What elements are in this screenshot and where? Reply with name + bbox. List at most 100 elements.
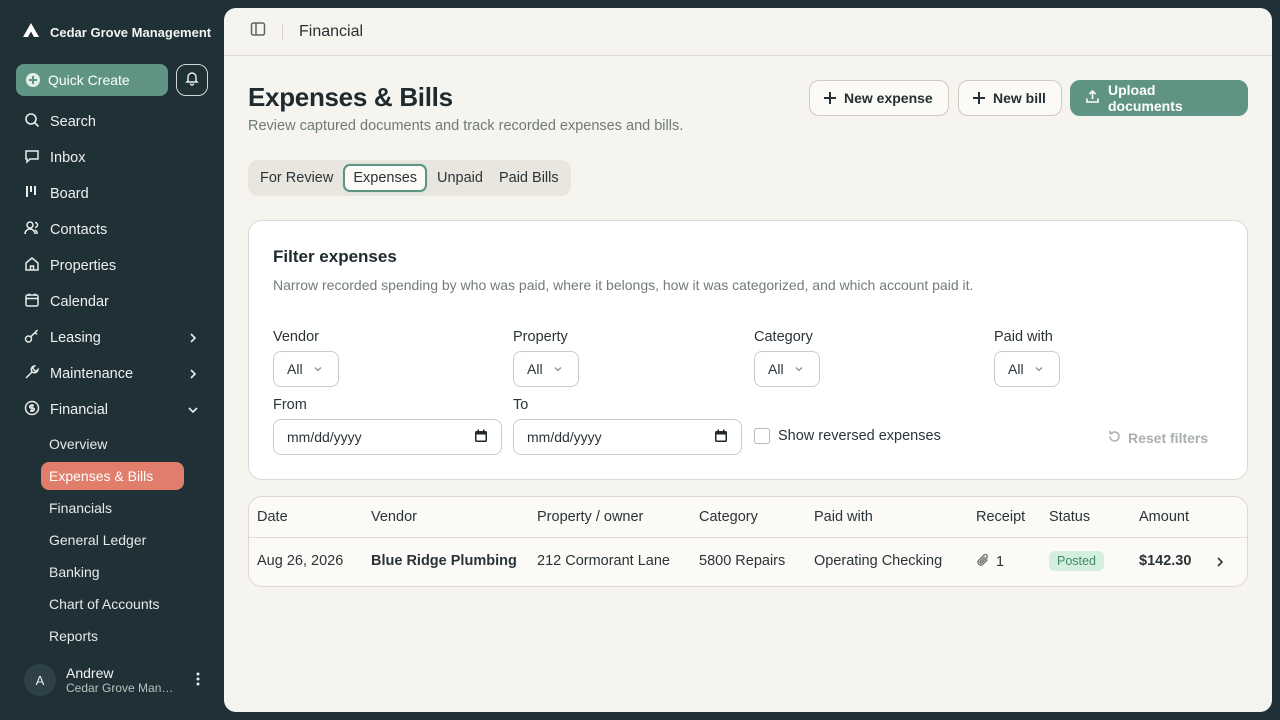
plus-icon	[973, 92, 985, 104]
sidebar-item-label: Calendar	[50, 294, 109, 310]
sidebar-item-label: Board	[50, 186, 89, 202]
subitem-label: Overview	[49, 436, 108, 452]
sidebar-item-contacts[interactable]: Contacts	[16, 212, 208, 248]
from-date-placeholder: mm/dd/yyyy	[287, 429, 362, 445]
new-bill-button[interactable]: New bill	[958, 80, 1062, 116]
user-name: Andrew	[66, 665, 114, 681]
inbox-icon	[24, 148, 40, 168]
cell-property: 212 Cormorant Lane	[537, 553, 670, 569]
more-vertical-icon[interactable]	[196, 672, 200, 691]
sidebar-item-label: Leasing	[50, 330, 101, 346]
column-header-category[interactable]: Category	[699, 509, 758, 525]
breadcrumb: Financial	[299, 22, 364, 40]
sidebar-item-calendar[interactable]: Calendar	[16, 284, 208, 320]
calendar-icon[interactable]	[474, 429, 488, 446]
category-select[interactable]: All	[754, 351, 820, 387]
to-date-input[interactable]: mm/dd/yyyy	[513, 419, 742, 455]
page-subtitle: Review captured documents and track reco…	[248, 118, 684, 134]
paid-with-select[interactable]: All	[994, 351, 1060, 387]
sidebar-item-leasing[interactable]: Leasing	[16, 320, 208, 356]
sidebar-item-label: Contacts	[50, 222, 108, 238]
user-profile[interactable]: A Andrew Cedar Grove Management	[24, 662, 210, 698]
column-header-amount[interactable]: Amount	[1139, 509, 1189, 525]
vendor-value: All	[287, 361, 303, 377]
expenses-table: Date Vendor Property / owner Category Pa…	[248, 496, 1248, 587]
sidebar-subitem-banking[interactable]: Banking	[16, 556, 208, 588]
reset-filters-button[interactable]: Reset filters	[1107, 429, 1208, 447]
user-org: Cedar Grove Management	[66, 681, 178, 695]
quick-create-button[interactable]: Quick Create	[16, 64, 168, 96]
logo-icon	[22, 22, 40, 43]
vendor-select[interactable]: All	[273, 351, 339, 387]
column-header-paid-with[interactable]: Paid with	[814, 509, 873, 525]
subitem-label: Financials	[49, 500, 113, 516]
property-select[interactable]: All	[513, 351, 579, 387]
sidebar-subitem-overview[interactable]: Overview	[16, 428, 208, 460]
tab-bar: For Review Expenses Unpaid Paid Bills	[248, 160, 571, 196]
sidebar-item-label: Maintenance	[50, 366, 134, 382]
plus-icon	[824, 92, 836, 104]
plus-circle-icon	[26, 73, 40, 87]
column-header-vendor[interactable]: Vendor	[371, 509, 417, 525]
chevron-down-icon	[794, 361, 804, 377]
upload-icon	[1085, 89, 1100, 107]
sidebar-subitem-general-ledger[interactable]: General Ledger	[16, 524, 208, 556]
sidebar-toggle-icon[interactable]	[250, 21, 266, 42]
show-reversed-label: Show reversed expenses	[778, 428, 941, 444]
sidebar-item-properties[interactable]: Properties	[16, 248, 208, 284]
to-date-placeholder: mm/dd/yyyy	[527, 429, 602, 445]
new-expense-button[interactable]: New expense	[809, 80, 949, 116]
sidebar-subitem-chart-of-accounts[interactable]: Chart of Accounts	[16, 588, 208, 620]
subitem-label: Expenses & Bills	[41, 462, 184, 490]
sidebar-subitem-reports[interactable]: Reports	[16, 620, 208, 652]
sidebar-item-inbox[interactable]: Inbox	[16, 140, 208, 176]
sidebar-item-financial[interactable]: Financial	[16, 392, 208, 428]
sidebar-item-label: Financial	[50, 402, 109, 418]
org-name: Cedar Grove Management	[50, 25, 212, 40]
sidebar-subitem-expenses-bills[interactable]: Expenses & Bills	[16, 460, 208, 492]
cell-receipt[interactable]: 1	[976, 553, 1004, 571]
notifications-button[interactable]	[176, 64, 208, 96]
show-reversed-toggle[interactable]: Show reversed expenses	[754, 428, 941, 444]
chevron-right-icon[interactable]	[1213, 555, 1227, 574]
from-date-input[interactable]: mm/dd/yyyy	[273, 419, 502, 455]
tab-unpaid[interactable]: Unpaid	[429, 164, 491, 192]
page-title: Expenses & Bills	[248, 82, 453, 112]
paperclip-icon	[976, 553, 990, 571]
calendar-icon[interactable]	[714, 429, 728, 446]
sidebar-nav: Search Inbox Board Contacts Properties C…	[16, 104, 208, 652]
chevron-right-icon	[186, 367, 200, 385]
property-value: All	[527, 361, 543, 377]
tab-paid-bills[interactable]: Paid Bills	[491, 164, 567, 192]
reset-icon	[1107, 429, 1122, 447]
sidebar-subitem-financials[interactable]: Financials	[16, 492, 208, 524]
sidebar-item-label: Search	[50, 114, 96, 130]
cell-amount: $142.30	[1139, 553, 1192, 569]
quick-create-label: Quick Create	[48, 72, 130, 88]
org-switcher[interactable]: Cedar Grove Management	[22, 22, 212, 43]
subitem-label: Banking	[49, 564, 100, 580]
table-row[interactable]: Aug 26, 2026 Blue Ridge Plumbing 212 Cor…	[249, 538, 1247, 586]
chevron-down-icon	[553, 361, 563, 377]
avatar: A	[24, 664, 56, 696]
column-header-status[interactable]: Status	[1049, 509, 1090, 525]
filter-title: Filter expenses	[273, 247, 397, 266]
show-reversed-checkbox[interactable]	[754, 428, 770, 444]
topbar-divider	[282, 22, 283, 41]
sidebar-item-board[interactable]: Board	[16, 176, 208, 212]
home-icon	[24, 256, 40, 276]
status-badge: Posted	[1049, 551, 1104, 571]
chevron-right-icon	[186, 331, 200, 349]
reset-filters-label: Reset filters	[1128, 430, 1209, 446]
category-label: Category	[754, 329, 813, 345]
tab-for-review[interactable]: For Review	[252, 164, 341, 192]
upload-documents-button[interactable]: Upload documents	[1070, 80, 1248, 116]
subitem-label: Reports	[49, 628, 99, 644]
column-header-receipt[interactable]: Receipt	[976, 509, 1025, 525]
column-header-property[interactable]: Property / owner	[537, 509, 643, 525]
filter-description: Narrow recorded spending by who was paid…	[273, 277, 974, 293]
sidebar-item-maintenance[interactable]: Maintenance	[16, 356, 208, 392]
tab-expenses[interactable]: Expenses	[343, 164, 428, 192]
column-header-date[interactable]: Date	[257, 509, 288, 525]
sidebar-item-search[interactable]: Search	[16, 104, 208, 140]
